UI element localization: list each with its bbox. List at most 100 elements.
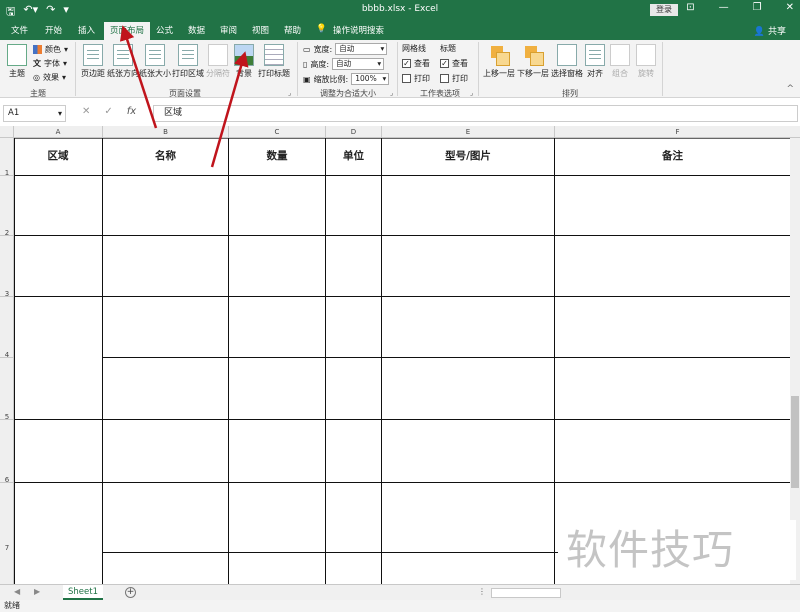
ribbon-tabs: 文件 开始 插入 页面布局 公式 数据 审阅 视图 帮助 💡 操作说明搜索 👤 …	[0, 20, 800, 40]
share-button[interactable]: 👤 共享	[754, 24, 786, 37]
align-button[interactable]: 对齐	[584, 44, 606, 79]
size-button[interactable]: 纸张大小	[139, 44, 171, 79]
tab-home[interactable]: 开始	[45, 24, 62, 36]
tell-me-search[interactable]: 操作说明搜索	[333, 24, 384, 36]
selection-pane-icon	[557, 44, 577, 66]
title-bar: 🖫 ↶▾ ↷ ▾ bbbb.xlsx - Excel 登录 ⊡ — ❐ ✕	[0, 0, 800, 20]
scale-label: 缩放比例:	[313, 74, 349, 84]
close-icon[interactable]: ✕	[786, 2, 794, 13]
enter-icon[interactable]: ✓	[104, 106, 112, 117]
size-label: 纸张大小	[139, 69, 171, 78]
scale-spinner[interactable]: 100%	[351, 73, 390, 85]
group-separator	[397, 42, 398, 96]
print-titles-button[interactable]: 打印标题	[257, 44, 291, 79]
column-header-e[interactable]: E	[382, 126, 555, 138]
column-header-b[interactable]: B	[103, 126, 229, 138]
table-header-cell[interactable]: 数量	[229, 138, 325, 175]
tab-view[interactable]: 视图	[252, 24, 269, 36]
column-header-f[interactable]: F	[555, 126, 800, 138]
size-icon	[145, 44, 165, 66]
width-dropdown[interactable]: 自动	[335, 43, 388, 55]
selection-pane-button[interactable]: 选择窗格	[550, 44, 584, 79]
send-backward-icon	[523, 44, 544, 66]
table-header-cell[interactable]: 名称	[103, 138, 228, 175]
scale-icon: ▣	[303, 74, 311, 84]
margins-button[interactable]: 页边距	[79, 44, 107, 79]
formula-input[interactable]: 区域	[153, 105, 798, 122]
bring-forward-button[interactable]: 上移一层	[482, 44, 516, 79]
scroll-thumb[interactable]	[791, 396, 799, 488]
fonts-button[interactable]: 文字体 ▾	[33, 58, 67, 69]
align-label: 对齐	[587, 69, 603, 78]
group-separator	[75, 42, 76, 96]
table-header-cell[interactable]: 单位	[326, 138, 381, 175]
tab-page-layout[interactable]: 页面布局	[104, 22, 151, 40]
ribbon: 主题 颜色 ▾ 文字体 ▾ ◎ 效果 ▾ 主题 页边距 纸张方向 纸张大小 打印区域 分…	[0, 40, 800, 98]
orientation-button[interactable]: 纸张方向	[107, 44, 139, 79]
gridlines-view-checkbox[interactable]: ✓ 查看	[402, 58, 430, 69]
column-header-a[interactable]: A	[14, 126, 103, 138]
window-controls: ⊡ — ❐ ✕	[686, 2, 794, 13]
send-backward-button[interactable]: 下移一层	[516, 44, 550, 79]
tab-formulas[interactable]: 公式	[156, 24, 173, 36]
table-header-cell[interactable]: 备注	[555, 138, 790, 175]
tab-split-handle-icon[interactable]: ⋮	[478, 587, 486, 596]
breaks-icon	[208, 44, 228, 66]
row-header-5[interactable]: 5	[0, 358, 14, 421]
rotate-label: 旋转	[638, 69, 654, 78]
insert-function-icon[interactable]: fx	[127, 106, 136, 117]
horizontal-scrollbar[interactable]	[491, 588, 561, 598]
row-header-3[interactable]: 3	[0, 236, 14, 298]
headings-print-checkbox[interactable]: 打印	[440, 73, 468, 84]
dialog-launcher-icon[interactable]: ⌟	[288, 89, 291, 97]
tab-data[interactable]: 数据	[188, 24, 205, 36]
height-dropdown[interactable]: 自动	[332, 58, 385, 70]
sheet-tab[interactable]: Sheet1	[63, 585, 103, 600]
column-header-c[interactable]: C	[229, 126, 326, 138]
restore-icon[interactable]: ❐	[753, 2, 762, 13]
fonts-label: 字体	[44, 59, 60, 68]
row-header-2[interactable]: 2	[0, 176, 14, 237]
rotate-button[interactable]: 旋转	[634, 44, 658, 79]
headings-view-checkbox[interactable]: ✓ 查看	[440, 58, 468, 69]
themes-button[interactable]: 主题	[4, 44, 30, 79]
ribbon-display-icon[interactable]: ⊡	[686, 2, 694, 13]
table-header-cell[interactable]: 区域	[14, 138, 102, 175]
cancel-icon[interactable]: ✕	[82, 106, 90, 117]
colors-label: 颜色	[45, 45, 61, 54]
gridlines-heading: 网格线	[402, 44, 426, 53]
add-sheet-icon[interactable]: +	[125, 587, 136, 598]
colors-button[interactable]: 颜色 ▾	[33, 44, 68, 55]
scroll-left-icon[interactable]: ◀	[14, 587, 20, 596]
worksheet-grid[interactable]: 区域 名称 数量 单位 型号/图片 备注	[14, 138, 800, 584]
effects-icon: ◎	[33, 73, 40, 82]
group-button[interactable]: 组合	[608, 44, 632, 79]
scroll-right-icon[interactable]: ▶	[34, 587, 40, 596]
background-button[interactable]: 背景	[231, 44, 257, 79]
group-separator	[478, 42, 479, 96]
vertical-scrollbar[interactable]	[790, 138, 800, 584]
gridlines-print-checkbox[interactable]: 打印	[402, 73, 430, 84]
tab-help[interactable]: 帮助	[284, 24, 301, 36]
row-header-6[interactable]: 6	[0, 420, 14, 484]
tab-insert[interactable]: 插入	[78, 24, 95, 36]
login-button[interactable]: 登录	[650, 4, 678, 16]
name-box[interactable]: A1	[3, 105, 66, 122]
breaks-button[interactable]: 分隔符	[205, 44, 231, 79]
tab-review[interactable]: 审阅	[220, 24, 237, 36]
lightbulb-icon: 💡	[316, 24, 327, 34]
collapse-ribbon-icon[interactable]: ^	[786, 84, 794, 94]
effects-button[interactable]: ◎ 效果 ▾	[33, 72, 66, 83]
select-all-corner[interactable]	[0, 126, 14, 138]
row-header-1[interactable]: 1	[0, 138, 14, 177]
table-header-cell[interactable]: 型号/图片	[382, 138, 554, 175]
column-header-d[interactable]: D	[326, 126, 382, 138]
tab-file[interactable]: 文件	[11, 24, 28, 36]
print-area-button[interactable]: 打印区域	[171, 44, 205, 79]
row-headers: 1 2 3 4 5 6 7	[0, 138, 14, 584]
dialog-launcher-icon[interactable]: ⌟	[390, 89, 393, 97]
dialog-launcher-icon[interactable]: ⌟	[470, 89, 473, 97]
minimize-icon[interactable]: —	[719, 2, 729, 13]
row-header-4[interactable]: 4	[0, 297, 14, 359]
row-header-7[interactable]: 7	[0, 483, 14, 584]
